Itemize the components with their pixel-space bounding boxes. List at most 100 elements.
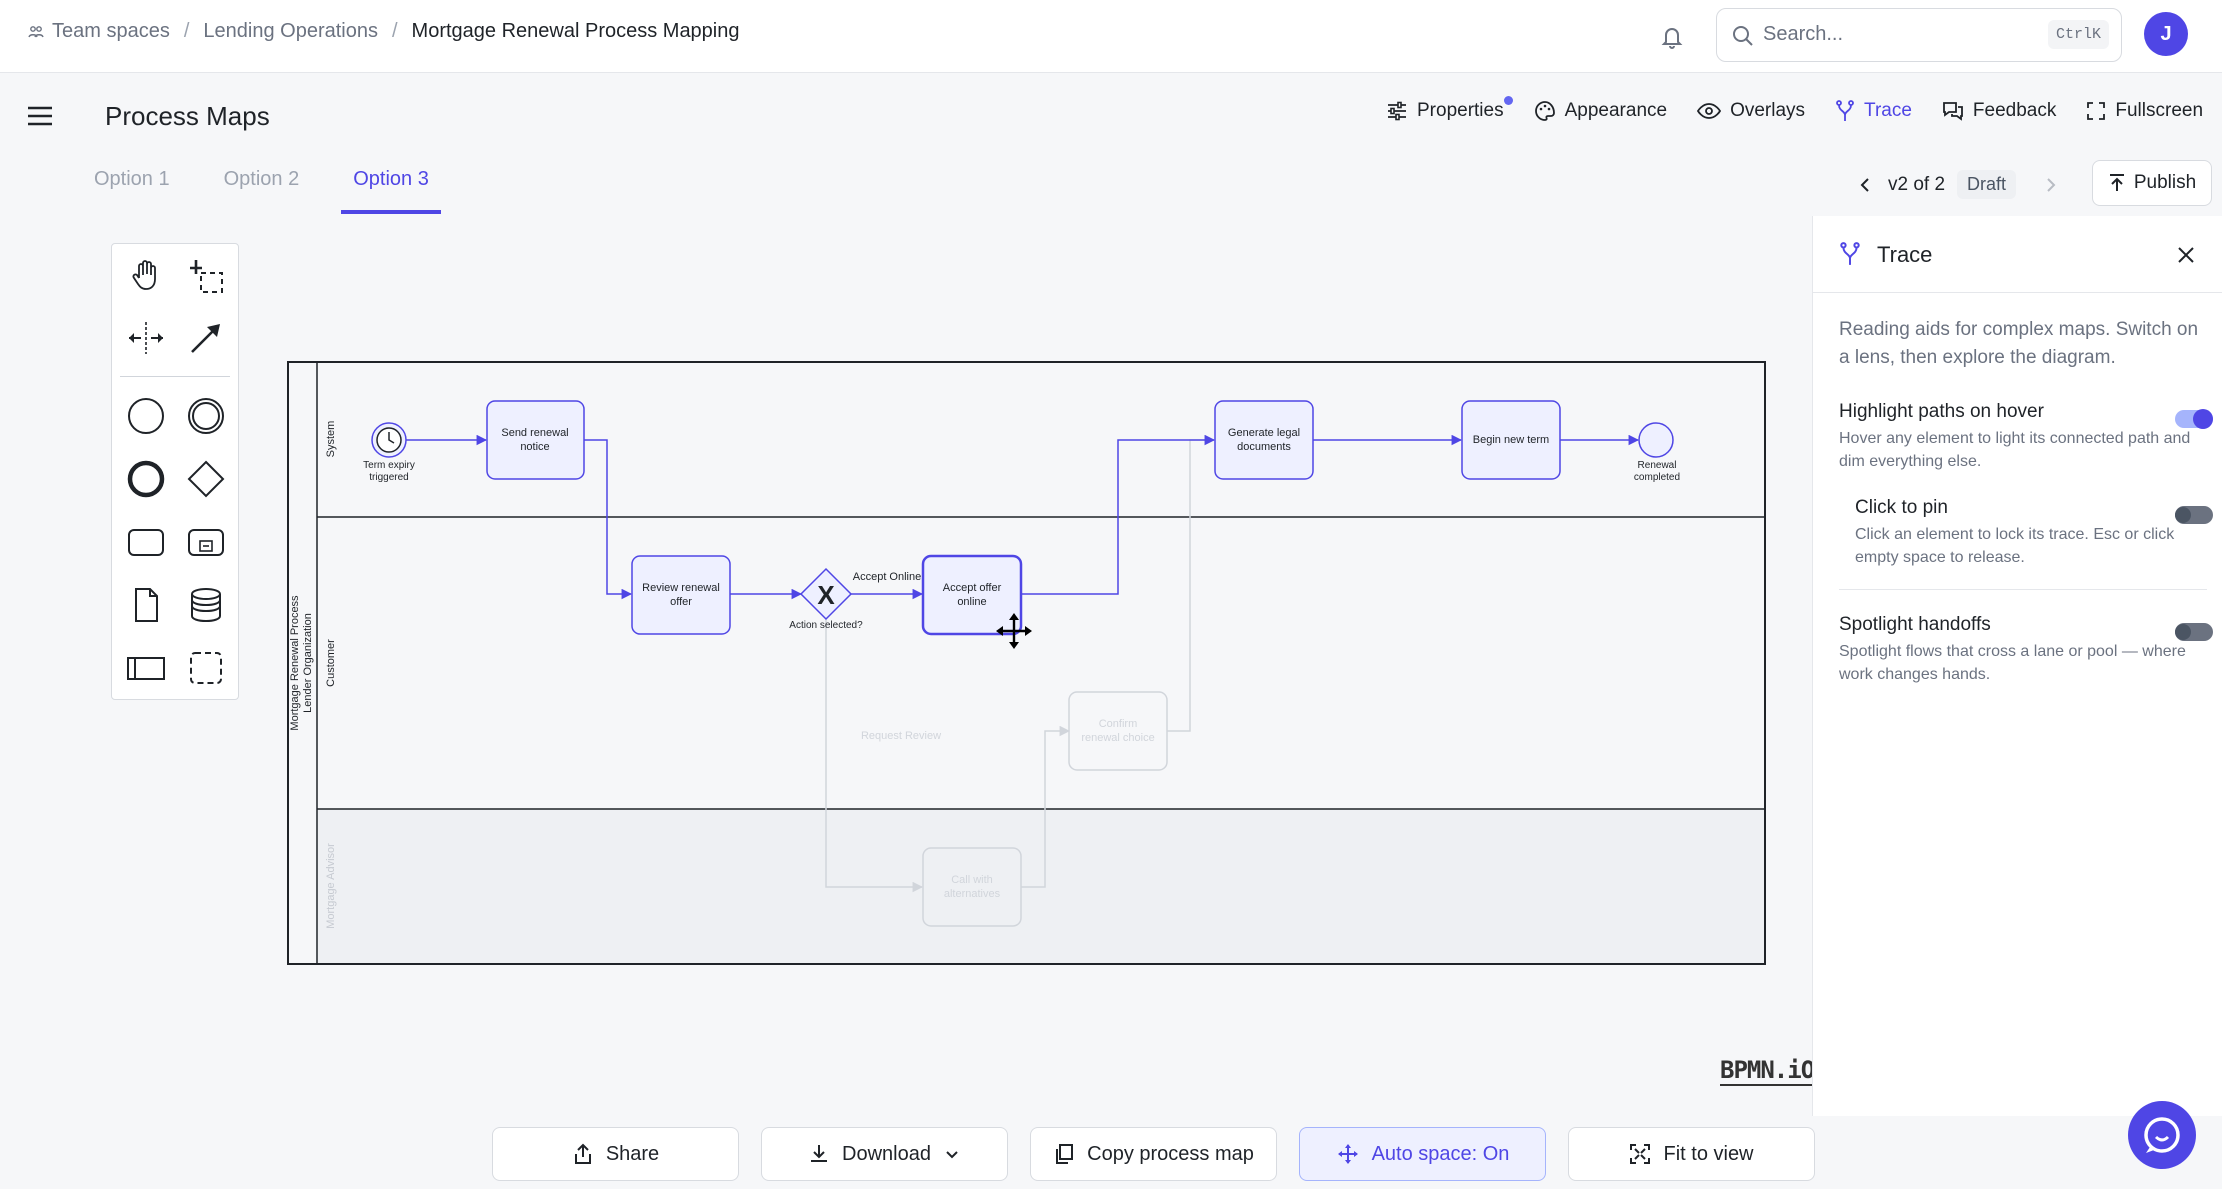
task-accept-offer-online[interactable] (921, 554, 1023, 636)
trace-panel-title: Trace (1877, 242, 1933, 267)
feedback-button[interactable]: Feedback (1942, 100, 2056, 122)
pool-label: Mortgage Renewal Process (289, 595, 301, 731)
option-spotlight-title: Spotlight handoffs (1839, 614, 1991, 635)
task-generate-label-1: Generate legal (1228, 427, 1300, 439)
breadcrumb-separator: / (391, 20, 398, 42)
panel-header-divider (1813, 292, 2222, 293)
spotlight-handoffs-toggle[interactable] (2175, 623, 2213, 641)
search-input[interactable]: Search... CtrlK (1716, 8, 2122, 62)
option-spotlight-handoffs: Spotlight handoffs Spotlight flows that … (1839, 614, 2209, 686)
trace-fork-icon (1840, 242, 1860, 265)
task-accept-label-1: Accept offer (943, 582, 1002, 594)
gateway-icon[interactable] (184, 457, 228, 501)
tab-option-2[interactable]: Option 2 (224, 168, 300, 214)
group-icon[interactable] (184, 646, 228, 690)
trace-button[interactable]: Trace (1835, 100, 1912, 122)
fit-to-view-button[interactable]: Fit to view (1568, 1127, 1815, 1181)
task-send-label-2: notice (520, 441, 549, 453)
trace-fork-icon (1836, 100, 1854, 121)
share-button[interactable]: Share (492, 1127, 739, 1181)
auto-space-button[interactable]: Auto space: On (1299, 1127, 1546, 1181)
end-event[interactable] (1638, 422, 1674, 458)
fit-to-view-label: Fit to view (1663, 1142, 1754, 1165)
trace-panel: Trace Reading aids for complex maps. Swi… (1812, 216, 2222, 1116)
copy-process-map-button[interactable]: Copy process map (1030, 1127, 1277, 1181)
top-bar: Team spaces / Lending Operations / Mortg… (0, 0, 2222, 73)
option-highlight-title: Highlight paths on hover (1839, 401, 2044, 422)
share-icon (574, 1143, 591, 1164)
task-generate-label-2: documents (1237, 441, 1291, 453)
task-send-label-1: Send renewal (501, 427, 568, 439)
copy-label: Copy process map (1087, 1142, 1254, 1165)
task-generate-legal-documents[interactable] (1214, 400, 1314, 480)
intermediate-event-icon[interactable] (184, 394, 228, 438)
bpmn-io-logo[interactable]: BPMN.iO (1720, 1056, 1815, 1086)
fullscreen-label: Fullscreen (2115, 100, 2204, 121)
close-icon[interactable] (2175, 244, 2197, 266)
download-button[interactable]: Download (761, 1127, 1008, 1181)
pool-sublabel: Lender Organization (302, 613, 314, 713)
breadcrumb-team-spaces[interactable]: Team spaces (52, 20, 170, 43)
start-event-icon[interactable] (124, 394, 168, 438)
lasso-tool-icon[interactable] (184, 254, 228, 298)
auto-space-label: Auto space: On (1371, 1142, 1510, 1165)
task-review-renewal-offer[interactable] (631, 555, 731, 635)
top-toolbar: Properties Appearance Overlays Trace Fee… (1386, 96, 2203, 122)
click-to-pin-toggle[interactable] (2175, 506, 2213, 524)
pool-icon[interactable] (124, 646, 168, 690)
hand-tool-icon[interactable] (124, 254, 168, 298)
lane-label-system: System (325, 421, 337, 458)
version-switcher: v2 of 2 Draft (1856, 170, 2060, 199)
breadcrumb-current: Mortgage Renewal Process Mapping (411, 20, 740, 42)
search-icon (1733, 26, 1753, 46)
palette-icon (1534, 101, 1555, 121)
appearance-button[interactable]: Appearance (1534, 100, 1667, 122)
overlays-label: Overlays (1730, 100, 1806, 121)
connect-tool-icon[interactable] (184, 316, 228, 360)
move-arrows-icon (1337, 1144, 1358, 1164)
task-send-renewal-notice[interactable] (486, 400, 585, 480)
avatar[interactable]: J (2144, 12, 2188, 56)
chevron-right-icon[interactable] (2040, 175, 2060, 195)
option-highlight-paths: Highlight paths on hover Hover any eleme… (1839, 401, 2209, 473)
fullscreen-icon (2087, 102, 2106, 120)
data-store-icon[interactable] (184, 583, 228, 627)
task-icon[interactable] (124, 520, 168, 564)
start-event-label-2: triggered (369, 472, 408, 483)
data-object-icon[interactable] (124, 583, 168, 627)
gateway-label: Action selected? (789, 620, 863, 631)
publish-button[interactable]: Publish (2092, 160, 2212, 206)
lane-label-advisor: Mortgage Advisor (325, 843, 337, 929)
properties-button[interactable]: Properties (1386, 96, 1513, 122)
space-tool-icon[interactable] (124, 316, 168, 360)
fullscreen-button[interactable]: Fullscreen (2086, 100, 2203, 122)
end-event-icon[interactable] (124, 457, 168, 501)
bell-icon[interactable] (1656, 20, 1688, 52)
download-label: Download (842, 1142, 931, 1165)
sliders-icon (1388, 101, 1406, 121)
chat-support-button[interactable] (2128, 1101, 2196, 1169)
trace-panel-description: Reading aids for complex maps. Switch on… (1839, 319, 2199, 368)
overlays-button[interactable]: Overlays (1697, 100, 1805, 122)
status-badge: Draft (1957, 170, 2017, 199)
breadcrumb-lending-operations[interactable]: Lending Operations (203, 20, 378, 43)
chat-bubbles-icon (1943, 102, 1963, 121)
share-label: Share (605, 1142, 660, 1165)
tab-option-3[interactable]: Option 3 (341, 168, 441, 214)
panel-divider (1839, 589, 2207, 590)
highlight-paths-toggle[interactable] (2175, 409, 2213, 429)
option-spotlight-desc: Spotlight flows that cross a lane or poo… (1839, 643, 2186, 683)
option-click-to-pin: Click to pin Click an element to lock it… (1855, 497, 2209, 569)
chevron-left-icon[interactable] (1856, 175, 1876, 195)
subprocess-icon[interactable] (184, 520, 228, 564)
task-review-label-2: offer (670, 596, 692, 608)
flow-label-accept-online: Accept Online (853, 571, 921, 583)
breadcrumb: Team spaces / Lending Operations / Mortg… (28, 20, 740, 43)
team-icon (28, 24, 44, 40)
end-event-label-1: Renewal (1638, 460, 1677, 471)
trace-label: Trace (1864, 100, 1912, 121)
hamburger-menu-icon[interactable] (24, 100, 56, 132)
task-review-label-1: Review renewal (642, 582, 720, 594)
task-call-label-2: alternatives (944, 888, 1001, 900)
tab-option-1[interactable]: Option 1 (94, 168, 170, 214)
